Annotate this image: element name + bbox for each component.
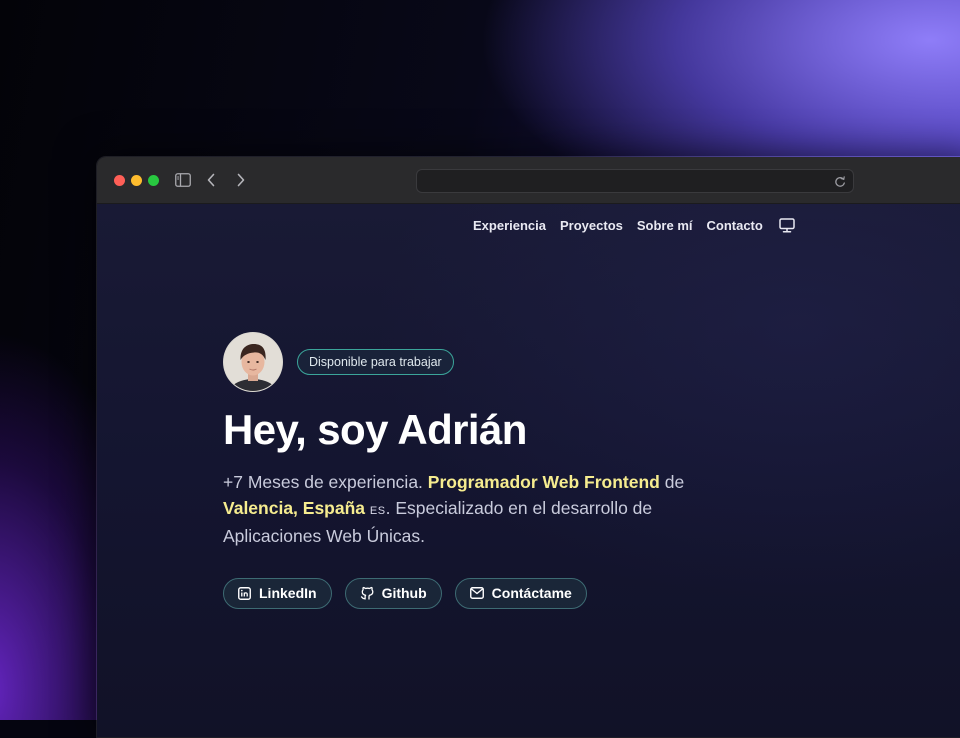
nav-link-sobre-mi[interactable]: Sobre mí bbox=[637, 218, 693, 233]
contact-label: Contáctame bbox=[491, 585, 572, 601]
desc-text-2: de bbox=[659, 472, 685, 492]
address-bar[interactable] bbox=[416, 169, 854, 193]
desc-text-1: +7 Meses de experiencia. bbox=[223, 472, 428, 492]
back-icon[interactable] bbox=[202, 171, 220, 189]
page-content: Experiencia Proyectos Sobre mí Contacto bbox=[97, 204, 960, 737]
linkedin-label: LinkedIn bbox=[259, 585, 317, 601]
top-nav: Experiencia Proyectos Sobre mí Contacto bbox=[473, 218, 795, 233]
browser-window: Experiencia Proyectos Sobre mí Contacto bbox=[96, 156, 960, 738]
hero-section: Disponible para trabajar Hey, soy Adrián… bbox=[223, 332, 743, 609]
hero-description: +7 Meses de experiencia. Programador Web… bbox=[223, 470, 723, 550]
linkedin-icon bbox=[238, 586, 251, 600]
forward-icon[interactable] bbox=[232, 171, 250, 189]
browser-titlebar bbox=[97, 157, 960, 204]
nav-link-contacto[interactable]: Contacto bbox=[707, 218, 763, 233]
page-title: Hey, soy Adrián bbox=[223, 406, 527, 453]
nav-link-experiencia[interactable]: Experiencia bbox=[473, 218, 546, 233]
desc-highlight-location: Valencia, España bbox=[223, 497, 366, 518]
monitor-icon[interactable] bbox=[779, 218, 795, 233]
github-label: Github bbox=[381, 585, 427, 601]
mail-icon bbox=[469, 587, 484, 599]
country-flag-label: ES bbox=[369, 504, 386, 517]
sidebar-icon[interactable] bbox=[174, 171, 192, 189]
avatar-row: Disponible para trabajar bbox=[223, 332, 743, 392]
desc-highlight-role: Programador Web Frontend bbox=[427, 472, 660, 492]
contact-button[interactable]: Contáctame bbox=[454, 577, 587, 609]
linkedin-button[interactable]: LinkedIn bbox=[223, 577, 332, 609]
github-button[interactable]: Github bbox=[344, 577, 442, 609]
zoom-window-button[interactable] bbox=[148, 175, 159, 186]
nav-link-proyectos[interactable]: Proyectos bbox=[560, 218, 623, 233]
close-window-button[interactable] bbox=[114, 175, 125, 186]
availability-badge: Disponible para trabajar bbox=[297, 349, 454, 375]
social-buttons: LinkedIn Github Contáctame bbox=[223, 577, 743, 609]
minimize-window-button[interactable] bbox=[131, 175, 142, 186]
avatar bbox=[223, 332, 283, 392]
reload-icon[interactable] bbox=[833, 174, 847, 188]
github-icon bbox=[360, 586, 374, 600]
